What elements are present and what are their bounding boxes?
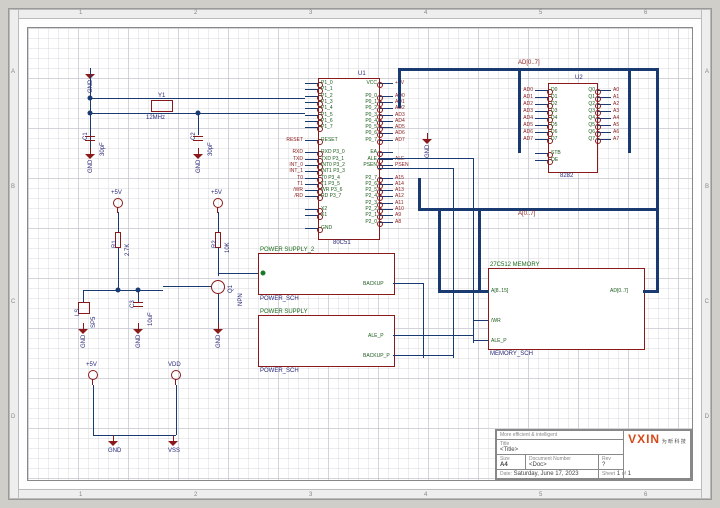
pin [379,196,393,197]
brand-logo: VXIN [628,432,660,446]
pin [305,108,319,109]
rev-field: ? [602,462,605,468]
pin [597,111,611,112]
pin [305,190,319,191]
doc-field: <Doc> [529,462,547,468]
pin [305,196,319,197]
row-C: C [11,299,15,305]
pin [305,159,319,160]
pin [305,178,319,179]
pin [535,111,549,112]
pin [379,115,393,116]
pin [535,90,549,91]
date-field: Saturday, June 17, 2023 [514,471,579,477]
pin [535,104,549,105]
pin [535,118,549,119]
pin [305,127,319,128]
pin [379,102,393,103]
pin [305,165,319,166]
pin [379,190,393,191]
schematic-sheet: A B C D A B C D 1 2 3 4 5 6 1 2 3 4 5 6 … [8,8,712,500]
pin [379,222,393,223]
u1-ref: U1 [358,71,366,77]
pin [305,209,319,210]
pin [379,209,393,210]
pin [379,83,393,84]
ic-u2: D0AD0D1AD1D2AD2D3AD3D4AD4D5AD5D6AD6D7AD7… [548,83,598,173]
pin [305,140,319,141]
pin [597,132,611,133]
pin [379,108,393,109]
pin [305,215,319,216]
pin [379,152,393,153]
pin [379,133,393,134]
pin [305,184,319,185]
bus-ad [398,68,658,71]
pin [305,115,319,116]
u2-ref: U2 [575,75,583,81]
pin [535,160,549,161]
pin [535,132,549,133]
pin [305,83,319,84]
pin [305,152,319,153]
drawing-area: P1_0P1_1P1_2P1_3P1_4P1_5P1_6P1_7RESETRES… [27,27,693,481]
pin [305,96,319,97]
pin [597,90,611,91]
pin [535,139,549,140]
pin [305,121,319,122]
crystal-ref: Y1 [158,93,165,99]
pin [379,140,393,141]
u1-name: 80C51 [333,240,351,246]
bus-label-ad: AD[0..7] [518,60,540,66]
pin [597,139,611,140]
crystal [151,100,173,112]
row-A: A [11,69,15,75]
pin [597,97,611,98]
pin [379,184,393,185]
pin [379,165,393,166]
crystal-val: 12MHz [146,115,165,121]
block-memory [488,268,645,350]
pin [597,104,611,105]
pin [535,125,549,126]
pin [305,171,319,172]
pin [535,153,549,154]
pin [379,96,393,97]
u2-name: 8282 [560,173,573,179]
block-power-2 [258,253,395,295]
pin [379,121,393,122]
title-block: More efficient & intelligent VXIN 为 昕 科 … [495,429,692,480]
pin [597,125,611,126]
pin [379,203,393,204]
size-field: A4 [500,462,508,468]
power-icon [113,198,123,208]
power-icon [213,198,223,208]
pin [379,127,393,128]
title-field: <Title> [500,447,518,453]
block-power [258,315,395,367]
pin [379,215,393,216]
ic-u1: P1_0P1_1P1_2P1_3P1_4P1_5P1_6P1_7RESETRES… [318,78,380,240]
pin [305,102,319,103]
row-D: D [11,414,15,420]
row-B: B [11,184,15,190]
transistor-q1 [211,280,225,294]
pin [535,97,549,98]
pin [305,228,319,229]
bus-label-a: A[0..7] [518,211,535,217]
pin [305,89,319,90]
pin [597,118,611,119]
pin [379,178,393,179]
